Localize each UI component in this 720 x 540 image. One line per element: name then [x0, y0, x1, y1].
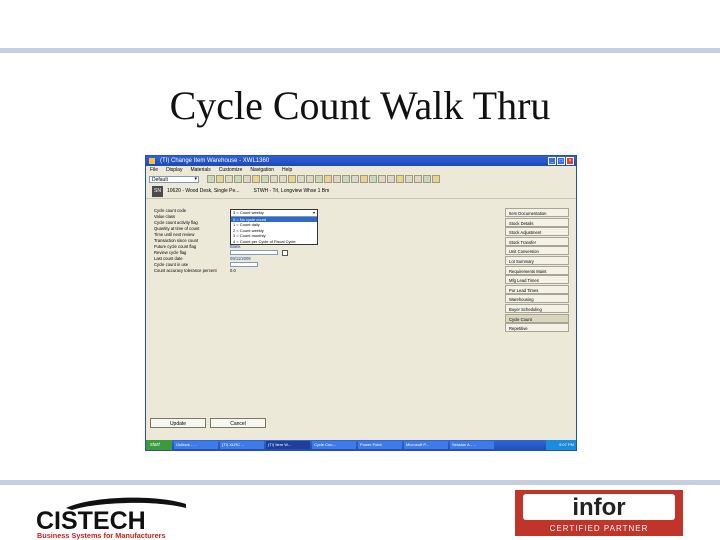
toolbar-button[interactable]: [252, 175, 260, 183]
nav-warehousing[interactable]: Warehousing: [505, 294, 569, 304]
menu-file[interactable]: File: [150, 166, 158, 174]
toolbar: Default: [146, 174, 576, 184]
toolbar-button[interactable]: [288, 175, 296, 183]
maximize-icon[interactable]: □: [557, 157, 565, 165]
nav-stock-adjustment[interactable]: Stock Adjustment: [505, 227, 569, 237]
taskbar-item[interactable]: Outlook - ...: [174, 441, 218, 449]
nav-repetitive[interactable]: Repetitive: [505, 323, 569, 333]
toolbar-button[interactable]: [315, 175, 323, 183]
cycle-count-code-dropdown[interactable]: 3 = Count weekly 0 = No cycle count 1 = …: [230, 209, 318, 245]
toolbar-button[interactable]: [360, 175, 368, 183]
toolbar-button[interactable]: [414, 175, 422, 183]
toolbar-button[interactable]: [396, 175, 404, 183]
nav-lot-summary[interactable]: Lot Summary: [505, 255, 569, 265]
minimize-icon[interactable]: _: [548, 157, 556, 165]
menu-help[interactable]: Help: [282, 166, 292, 174]
infor-logo: infor CERTIFIED PARTNER: [515, 490, 683, 536]
toolbar-button[interactable]: [342, 175, 350, 183]
item-text: 10620 - Wood Desk, Single Pe...: [167, 188, 240, 194]
toolbar-button[interactable]: [261, 175, 269, 183]
nav-buyer-scheduling[interactable]: Buyer Scheduling: [505, 303, 569, 313]
taskbar-item[interactable]: Session A - ...: [450, 441, 494, 449]
app-icon: [149, 158, 155, 164]
nav-unit-conversion[interactable]: Unit Conversion: [505, 246, 569, 256]
taskbar-item[interactable]: Cycle Cou...: [312, 441, 356, 449]
warehouse-text: STWH - Trl, Longview Whse 1 Bm: [253, 188, 330, 194]
dropdown-option[interactable]: 4 = Count per Cycle of Fiscal Cycle: [231, 239, 317, 244]
taskbar-item[interactable]: Microsoft P...: [404, 441, 448, 449]
menu-customize[interactable]: Customize: [219, 166, 243, 174]
toolbar-button[interactable]: [279, 175, 287, 183]
toolbar-button[interactable]: [333, 175, 341, 183]
nav-cycle-count[interactable]: Cycle Count: [505, 313, 569, 323]
toolbar-button[interactable]: [207, 175, 215, 183]
review-cycle-input[interactable]: [230, 250, 278, 255]
toolbar-button[interactable]: [423, 175, 431, 183]
infor-certified-partner: CERTIFIED PARTNER: [550, 524, 649, 533]
toolbar-button[interactable]: [378, 175, 386, 183]
taskbar: start Outlook - ... (TI) XLRC ... (TI) I…: [146, 440, 576, 450]
slide-title: Cycle Count Walk Thru: [169, 83, 551, 128]
cistech-tagline: Business Systems for Manufacturers: [37, 531, 166, 540]
nav-item-documentation[interactable]: Item Documentation: [505, 208, 569, 217]
nav-requirements-maint[interactable]: Requirements Maint: [505, 265, 569, 275]
window-titlebar[interactable]: (TI) Change Item Warehouse - XWL1360 _ □…: [146, 156, 576, 166]
taskbar-item[interactable]: (TI) Item W...: [266, 441, 310, 449]
toolbar-button[interactable]: [225, 175, 233, 183]
bottom-rule: [0, 480, 720, 485]
form-row: Count accuracy tolerance percent 0.0: [154, 268, 494, 274]
nav-mfg-lead-times[interactable]: Mfg Lead Times: [505, 275, 569, 285]
toolbar-button[interactable]: [387, 175, 395, 183]
menu-display[interactable]: Display: [166, 166, 182, 174]
taskbar-item[interactable]: (TI) XLRC ...: [220, 441, 264, 449]
nav-stock-transfer[interactable]: Stock Transfer: [505, 236, 569, 246]
toolbar-button[interactable]: [324, 175, 332, 183]
cycle-count-in-use-input[interactable]: [230, 262, 258, 267]
cycle-count-form: Cycle count code Value class Cycle count…: [154, 208, 494, 274]
nav-stock-details[interactable]: Stock Details: [505, 217, 569, 227]
record-header: SN 10620 - Wood Desk, Single Pe... STWH …: [146, 184, 576, 199]
toolbar-button[interactable]: [297, 175, 305, 183]
menu-materials[interactable]: Materials: [190, 166, 210, 174]
start-button[interactable]: start: [146, 440, 172, 450]
toolbar-button[interactable]: [234, 175, 242, 183]
toolbar-button[interactable]: [351, 175, 359, 183]
taskbar-item[interactable]: Power Point: [358, 441, 402, 449]
menubar: File Display Materials Customize Navigat…: [146, 166, 576, 174]
toolbar-button[interactable]: [216, 175, 224, 183]
update-button[interactable]: Update: [150, 418, 206, 428]
taskbar-clock: 9:07 PM: [546, 440, 576, 450]
cistech-logo: CISTECH Business Systems for Manufacture…: [36, 497, 186, 540]
item-icon: SN: [152, 185, 163, 197]
top-rule: [0, 48, 720, 53]
infor-wordmark: infor: [572, 494, 625, 521]
cancel-button[interactable]: Cancel: [210, 418, 266, 428]
app-window: (TI) Change Item Warehouse - XWL1360 _ □…: [145, 155, 577, 451]
nav-pur-lead-times[interactable]: Pur Lead Times: [505, 284, 569, 294]
view-combo[interactable]: Default: [149, 175, 199, 183]
menu-navigation[interactable]: Navigation: [250, 166, 274, 174]
right-nav-panel: Item Documentation Stock Details Stock A…: [505, 208, 569, 333]
window-title: (TI) Change Item Warehouse - XWL1360: [160, 158, 270, 164]
close-icon[interactable]: ×: [566, 157, 574, 165]
toolbar-button[interactable]: [243, 175, 251, 183]
toolbar-button[interactable]: [270, 175, 278, 183]
tolerance-value[interactable]: 0.0: [230, 268, 236, 274]
toolbar-button[interactable]: [306, 175, 314, 183]
dropdown-selected[interactable]: 3 = Count weekly: [231, 210, 317, 217]
field-label: Count accuracy tolerance percent: [154, 268, 217, 273]
toolbar-button[interactable]: [432, 175, 440, 183]
toolbar-button[interactable]: [405, 175, 413, 183]
toolbar-button[interactable]: [369, 175, 377, 183]
